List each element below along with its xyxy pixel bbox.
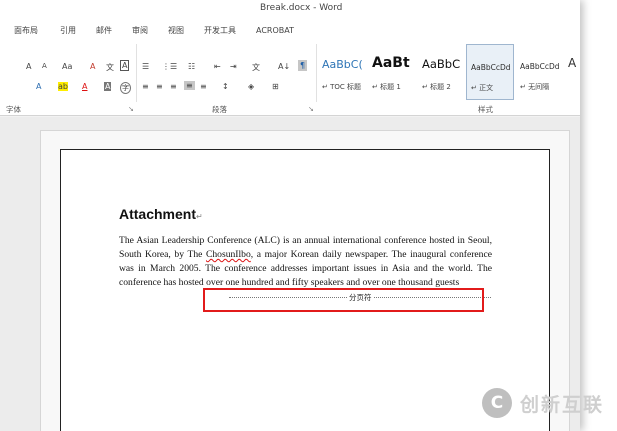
group-divider [136, 44, 137, 102]
style-sample: AaBbCcDd [520, 62, 560, 71]
styles-group-label: 样式 [478, 105, 493, 114]
sort-button[interactable]: A↓ [278, 62, 290, 71]
highlight-button[interactable]: ab [58, 82, 68, 91]
document-heading[interactable]: Attachment↵ [119, 206, 203, 222]
font-color-button[interactable]: A [82, 82, 87, 91]
tab-layout[interactable]: 面布局 [14, 22, 38, 40]
phonetic-guide-button[interactable]: 文 [106, 62, 114, 73]
style-name: ↵ 无间隔 [520, 83, 550, 91]
document-page[interactable]: Attachment↵ The Asian Leadership Confere… [60, 149, 550, 431]
enclose-char-button[interactable]: 字 [120, 82, 131, 94]
tab-review[interactable]: 审阅 [132, 22, 148, 40]
style-sample: AaBbC( [322, 58, 363, 71]
document-area: Attachment↵ The Asian Leadership Confere… [0, 117, 580, 431]
borders-button[interactable]: ⊞ [272, 82, 279, 91]
bullets-button[interactable]: ☰ [142, 62, 149, 71]
misspelled-word[interactable]: ChosunIlbo [206, 249, 251, 260]
ribbon-tabs: 面布局 引用 邮件 审阅 视图 开发工具 ACROBAT [0, 22, 580, 40]
paragraph-group-label: 段落 [212, 105, 227, 114]
paragraph-dialog-launcher-icon[interactable]: ↘ [308, 105, 314, 113]
watermark-text: 创新互联 [520, 394, 605, 416]
title-bar: Break.docx - Word [0, 0, 580, 22]
tab-mailings[interactable]: 邮件 [96, 22, 112, 40]
justify-button[interactable]: ≡ [184, 81, 195, 90]
multilevel-list-button[interactable]: ☷ [188, 62, 195, 71]
style-sample: AaBbCcDd [471, 63, 511, 72]
watermark: C 创新互联 [482, 386, 617, 418]
style-name: ↵ 标题 2 [422, 83, 451, 91]
style-sample: AaBbC [422, 57, 461, 71]
style-sample: A [568, 56, 577, 70]
style-more[interactable]: A [564, 44, 580, 100]
char-border-button[interactable]: A [120, 60, 130, 71]
watermark-logo-icon: C [482, 388, 512, 418]
tab-references[interactable]: 引用 [60, 22, 76, 40]
style-name: ↵ 正文 [471, 84, 494, 92]
align-right-button[interactable]: ≡ [170, 82, 177, 91]
annotation-highlight-box [203, 288, 484, 312]
text-effect-button[interactable]: A [36, 82, 41, 91]
char-shading-button[interactable]: A [104, 82, 112, 91]
style-heading-2[interactable]: AaBbC ↵ 标题 2 [418, 44, 466, 100]
window-title: Break.docx - Word [260, 3, 343, 13]
style-heading-1[interactable]: AaBt ↵ 标题 1 [368, 44, 416, 100]
style-toc-heading[interactable]: AaBbC( ↵ TOC 标题 [318, 44, 366, 100]
styles-gallery: AaBbC( ↵ TOC 标题 AaBt ↵ 标题 1 AaBbC ↵ 标题 2… [318, 44, 580, 100]
word-window: Break.docx - Word 面布局 引用 邮件 审阅 视图 开发工具 A… [0, 0, 580, 431]
tab-acrobat[interactable]: ACROBAT [256, 22, 294, 40]
clear-format-button[interactable]: A [90, 62, 95, 71]
increase-indent-button[interactable]: ⇥ [230, 62, 237, 71]
font-dialog-launcher-icon[interactable]: ↘ [128, 105, 134, 113]
shading-button[interactable]: ◈ [248, 82, 254, 91]
shrink-font-button[interactable]: A [42, 62, 47, 70]
align-center-button[interactable]: ≡ [156, 82, 163, 91]
font-group-label: 字体 [6, 105, 21, 114]
grow-font-button[interactable]: A [26, 62, 31, 71]
tab-view[interactable]: 视图 [168, 22, 184, 40]
asian-layout-button[interactable]: 文 [252, 62, 260, 73]
decrease-indent-button[interactable]: ⇤ [214, 62, 221, 71]
align-left-button[interactable]: ≡ [142, 82, 149, 91]
style-name: ↵ 标题 1 [372, 83, 401, 91]
style-sample: AaBt [372, 55, 410, 71]
tab-developer[interactable]: 开发工具 [204, 22, 236, 40]
ribbon: A A Aa A 文 A A ab A A 字 字体 ↘ ☰ ⋮☰ ☷ ⇤ ⇥ … [0, 40, 580, 116]
line-spacing-button[interactable]: ↕ [222, 82, 229, 91]
group-divider [316, 44, 317, 102]
heading-text: Attachment [119, 206, 197, 222]
style-normal[interactable]: AaBbCcDd ↵ 正文 [466, 44, 514, 100]
distributed-button[interactable]: ≡ [200, 82, 207, 91]
style-no-spacing[interactable]: AaBbCcDd ↵ 无间隔 [516, 44, 564, 100]
change-case-button[interactable]: Aa [62, 62, 72, 71]
style-name: ↵ TOC 标题 [322, 83, 361, 91]
body-paragraph[interactable]: The Asian Leadership Conference (ALC) is… [119, 234, 492, 290]
paragraph-mark-icon: ↵ [196, 212, 203, 221]
show-marks-button[interactable]: ¶ [298, 60, 308, 71]
numbering-button[interactable]: ⋮☰ [162, 62, 177, 71]
